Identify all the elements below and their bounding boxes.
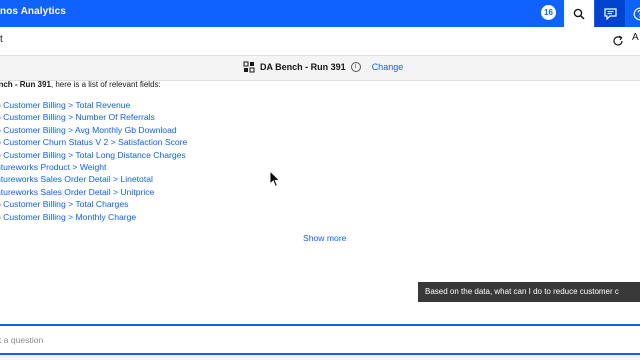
field-link[interactable]: o Customer Churn Status V 2 > Satisfacti… <box>0 136 187 148</box>
refresh-icon[interactable] <box>611 34 625 48</box>
mouse-cursor-icon <box>269 170 281 188</box>
field-link[interactable]: o Customer Billing > Total Revenue <box>0 99 187 111</box>
suggested-question-tooltip[interactable]: Based on the data, what can I do to redu… <box>418 282 640 302</box>
assistant-chat-button[interactable] <box>595 0 625 27</box>
show-more-link[interactable]: Show more <box>303 233 346 243</box>
field-link[interactable]: o Customer Billing > Total Long Distance… <box>0 149 187 161</box>
response-intro-text: ench - Run 391, here is a list of releva… <box>0 80 161 89</box>
toolbar-right-label[interactable]: A <box>632 32 639 43</box>
field-link[interactable]: o Customer Billing > Avg Monthly Gb Down… <box>0 124 187 136</box>
field-link[interactable]: ntureworks Sales Order Detail > Linetota… <box>0 173 187 185</box>
dataset-icon <box>243 61 255 73</box>
chat-icon <box>603 7 617 20</box>
question-input-container <box>0 324 640 355</box>
question-input[interactable] <box>0 326 640 353</box>
app-window: nos Analytics 16 t A DA Bench - Run 391 … <box>0 0 640 360</box>
notification-badge[interactable]: 16 <box>541 5 556 20</box>
secondary-toolbar: t A <box>0 27 640 56</box>
help-button[interactable] <box>625 0 640 27</box>
dataset-context-bar: DA Bench - Run 391 i Change <box>0 56 640 81</box>
toolbar-left-label[interactable]: t <box>0 34 3 45</box>
intro-dataset-name: ench - Run 391 <box>0 80 51 89</box>
field-link[interactable]: ntureworks Sales Order Detail > Unitpric… <box>0 186 187 198</box>
bottom-strip <box>0 355 640 360</box>
change-dataset-link[interactable]: Change <box>372 62 404 72</box>
field-link[interactable]: o Customer Billing > Total Charges <box>0 198 187 210</box>
intro-text: , here is a list of relevant fields: <box>50 80 161 89</box>
top-header-bar: nos Analytics 16 <box>0 0 640 27</box>
field-link[interactable]: o Customer Billing > Number Of Referrals <box>0 111 187 123</box>
help-icon <box>633 7 640 20</box>
info-icon[interactable]: i <box>350 62 361 72</box>
field-link[interactable]: ntureworks Product > Weight <box>0 161 187 173</box>
field-link[interactable]: o Customer Billing > Monthly Charge <box>0 211 187 223</box>
relevant-fields-list: o Customer Billing > Total Revenue o Cus… <box>0 99 187 223</box>
dataset-name: DA Bench - Run 391 <box>260 62 346 72</box>
search-icon <box>573 8 585 20</box>
search-button[interactable] <box>564 0 594 27</box>
app-title[interactable]: nos Analytics <box>0 6 66 17</box>
